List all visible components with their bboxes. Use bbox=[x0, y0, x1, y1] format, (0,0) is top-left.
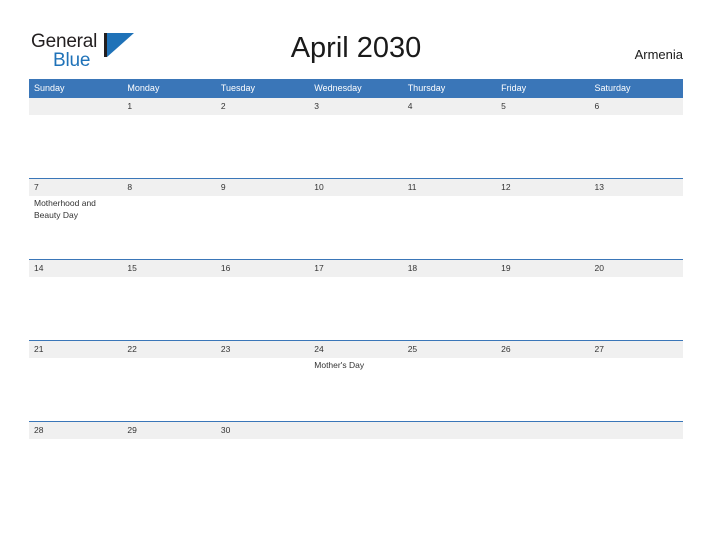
weekday-header-saturday: Saturday bbox=[594, 83, 631, 93]
day-number: 3 bbox=[314, 101, 319, 111]
page-header: General Blue April 2030 Armenia bbox=[0, 0, 712, 78]
day-number: 16 bbox=[220, 263, 231, 273]
day-number: 5 bbox=[501, 101, 506, 111]
day-number: 21 bbox=[34, 344, 44, 354]
day-cell[interactable]: 11 bbox=[403, 179, 496, 259]
day-number bbox=[501, 422, 589, 439]
day-number: 30 bbox=[220, 425, 231, 435]
day-number: 27 bbox=[594, 344, 604, 354]
day-cell[interactable]: 15 bbox=[122, 260, 215, 340]
day-number: 17 bbox=[314, 263, 324, 273]
day-cell[interactable]: 30 bbox=[216, 422, 309, 502]
day-cell[interactable]: 16 bbox=[216, 260, 309, 340]
day-number bbox=[408, 422, 496, 439]
day-cell[interactable]: 24 Mother's Day bbox=[309, 341, 402, 421]
day-number: 10 bbox=[314, 182, 324, 192]
day-cell[interactable] bbox=[496, 422, 589, 502]
day-number: 19 bbox=[501, 263, 511, 273]
day-number: 22 bbox=[127, 344, 137, 354]
day-cell[interactable] bbox=[403, 422, 496, 502]
day-number bbox=[595, 422, 683, 439]
weekday-header-sunday: Sunday bbox=[34, 83, 65, 93]
day-number: 26 bbox=[501, 344, 511, 354]
day-cell[interactable]: 12 bbox=[496, 179, 589, 259]
day-number: 1 bbox=[127, 101, 133, 111]
day-cell[interactable]: 3 bbox=[309, 98, 402, 178]
day-cell[interactable]: 7 Motherhood and Beauty Day bbox=[29, 179, 122, 259]
page-title: April 2030 bbox=[290, 32, 422, 64]
day-cell[interactable]: 25 bbox=[403, 341, 496, 421]
day-cell[interactable]: 9 bbox=[216, 179, 309, 259]
day-cell[interactable]: 19 bbox=[496, 260, 589, 340]
day-cell[interactable]: 8 bbox=[122, 179, 215, 259]
calendar-week-row: 21 22 23 24 Mother's Day 25 26 27 bbox=[29, 340, 683, 421]
day-number: 11 bbox=[407, 182, 417, 192]
day-cell[interactable]: 17 bbox=[309, 260, 402, 340]
day-number: 8 bbox=[127, 182, 133, 192]
day-cell[interactable]: 26 bbox=[496, 341, 589, 421]
weekday-header-monday: Monday bbox=[127, 83, 160, 93]
calendar-week-row: 14 15 16 17 18 19 20 bbox=[29, 259, 683, 340]
day-cell[interactable]: 14 bbox=[29, 260, 122, 340]
day-number: 2 bbox=[220, 101, 226, 111]
day-number: 28 bbox=[34, 425, 44, 435]
day-cell[interactable]: 21 bbox=[29, 341, 122, 421]
day-number: 18 bbox=[407, 263, 418, 273]
weekday-header-tuesday: Tuesday bbox=[220, 83, 256, 93]
day-cell[interactable]: 18 bbox=[403, 260, 496, 340]
calendar-week-row: 7 Motherhood and Beauty Day 8 9 10 11 12 bbox=[29, 178, 683, 259]
day-cell[interactable]: 4 bbox=[403, 98, 496, 178]
day-number: 14 bbox=[34, 263, 44, 273]
day-cell[interactable]: 6 bbox=[590, 98, 683, 178]
day-number: 7 bbox=[34, 182, 39, 192]
weekday-header-friday: Friday bbox=[501, 83, 527, 93]
day-number: 4 bbox=[407, 101, 413, 111]
day-cell[interactable]: 27 bbox=[590, 341, 683, 421]
day-cell[interactable]: 13 bbox=[590, 179, 683, 259]
day-cell[interactable]: 1 bbox=[122, 98, 215, 178]
weekday-header-thursday: Thursday bbox=[407, 83, 446, 93]
day-number: 24 bbox=[314, 344, 324, 354]
day-number: 6 bbox=[594, 101, 600, 111]
country-label: Armenia bbox=[634, 47, 683, 62]
day-cell[interactable]: 2 bbox=[216, 98, 309, 178]
day-number: 13 bbox=[594, 182, 604, 192]
calendar-week-row: 28 29 30 bbox=[29, 421, 683, 502]
day-number: 9 bbox=[220, 182, 226, 192]
day-number: 29 bbox=[127, 425, 137, 435]
day-number: 20 bbox=[594, 263, 604, 273]
day-cell[interactable] bbox=[309, 422, 402, 502]
day-cell[interactable]: 5 bbox=[496, 98, 589, 178]
day-number: 15 bbox=[127, 263, 137, 273]
day-number: 25 bbox=[407, 344, 418, 354]
day-number bbox=[314, 422, 402, 439]
day-cell[interactable]: 20 bbox=[590, 260, 683, 340]
day-cell[interactable]: 28 bbox=[29, 422, 122, 502]
day-cell[interactable]: 10 bbox=[309, 179, 402, 259]
day-cell[interactable]: 29 bbox=[122, 422, 215, 502]
day-cell[interactable]: 23 bbox=[216, 341, 309, 421]
day-number: 12 bbox=[501, 182, 511, 192]
weekday-header-wednesday: Wednesday bbox=[314, 83, 362, 93]
day-number: 23 bbox=[220, 344, 231, 354]
day-event: Mother's Day bbox=[314, 360, 365, 370]
calendar-week-row: 1 2 3 4 5 6 bbox=[29, 97, 683, 178]
day-event: Motherhood and Beauty Day bbox=[34, 198, 96, 220]
day-cell[interactable]: 22 bbox=[122, 341, 215, 421]
calendar-grid: Sunday Monday Tuesday Wednesday Thursday… bbox=[29, 79, 683, 502]
day-number bbox=[34, 98, 122, 115]
day-cell[interactable] bbox=[29, 98, 122, 178]
day-cell[interactable] bbox=[590, 422, 683, 502]
weekday-header-row: Sunday Monday Tuesday Wednesday Thursday… bbox=[29, 79, 683, 97]
